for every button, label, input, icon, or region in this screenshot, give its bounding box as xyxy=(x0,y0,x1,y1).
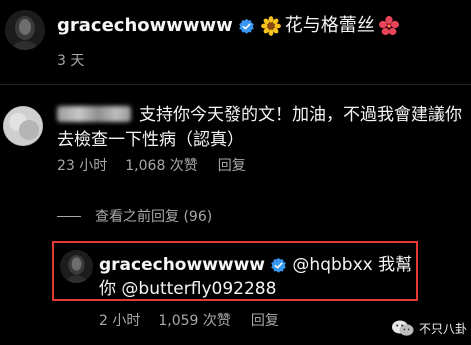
blurred-username xyxy=(57,106,131,122)
caption-username[interactable]: gracechowwwww xyxy=(57,14,233,38)
caption-timestamp: 3 天 xyxy=(57,53,85,69)
comment-likes[interactable]: 1,068 次赞 xyxy=(125,155,198,175)
comment-reply-button[interactable]: 回复 xyxy=(218,155,246,175)
comment-meta: 23 小时 1,068 次赞 回复 xyxy=(57,155,264,175)
comment-body: 支持你今天發的文！加油，不過我會建議你去檢查一下性病（認真） xyxy=(57,103,465,153)
view-previous-replies-label: 查看之前回复 (96) xyxy=(95,209,213,225)
watermark: 不只八卦 xyxy=(391,319,467,337)
sunflower-icon xyxy=(260,16,281,36)
hibiscus-icon xyxy=(378,16,399,36)
watermark-text: 不只八卦 xyxy=(418,321,467,336)
divider xyxy=(0,84,471,85)
verified-badge-icon xyxy=(270,257,287,274)
reply-timestamp: 2 小时 xyxy=(99,313,141,329)
comment-timestamp: 23 小时 xyxy=(57,158,108,174)
reply-username[interactable]: gracechowwwww xyxy=(99,255,265,275)
wechat-logo-icon xyxy=(391,319,415,337)
reply-reply-button[interactable]: 回复 xyxy=(251,310,279,330)
verified-badge-icon xyxy=(238,18,255,35)
reply-avatar[interactable] xyxy=(60,250,93,283)
reply-body: gracechowwwww @hqbbxx 我幫你 @butterfly0922… xyxy=(99,253,417,301)
replies-line-divider xyxy=(57,215,81,217)
view-previous-replies[interactable]: 查看之前回复 (96) xyxy=(57,206,212,226)
reply-meta: 2 小时 1,059 次赞 回复 xyxy=(99,310,297,330)
commenter-avatar[interactable] xyxy=(3,106,43,146)
caption-text: 花与格蕾丝 xyxy=(284,15,375,36)
caption-line: gracechowwwww 花与格蕾丝 xyxy=(57,14,399,38)
reply-likes[interactable]: 1,059 次赞 xyxy=(158,310,231,330)
caption-avatar[interactable] xyxy=(5,10,45,50)
